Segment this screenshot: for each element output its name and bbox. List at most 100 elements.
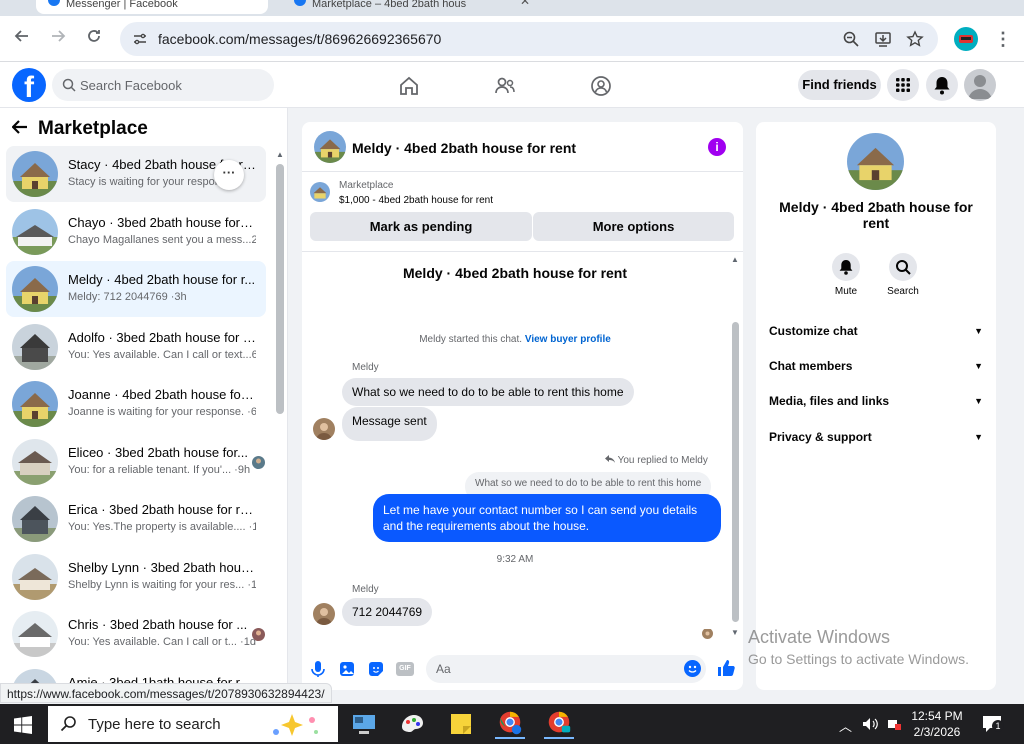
notifications-button[interactable] (926, 69, 958, 101)
conversation-avatar-large[interactable] (847, 133, 904, 190)
facebook-search-input[interactable]: Search Facebook (52, 69, 274, 101)
windows-start-icon[interactable] (14, 716, 32, 734)
chat-item[interactable]: Amie · 3bed 1bath house for r... (6, 664, 266, 684)
conversation-scrollbar[interactable] (732, 322, 739, 622)
mark-as-pending-button[interactable]: Mark as pending (310, 212, 532, 241)
mute-button[interactable] (832, 253, 860, 281)
find-friends-button[interactable]: Find friends (798, 70, 881, 100)
reply-arrow-icon (605, 455, 615, 463)
chrome-app-icon[interactable] (544, 709, 574, 739)
message-input[interactable]: Aa (426, 655, 706, 683)
chat-item[interactable]: Chayo · 3bed 2bath house for r... Chayo … (6, 204, 266, 260)
sticker-icon[interactable] (367, 660, 385, 678)
conversation-avatar[interactable] (314, 131, 346, 163)
chat-item[interactable]: Eliceo · 3bed 2bath house for... You: fo… (6, 434, 266, 490)
search-in-conversation-button[interactable] (889, 253, 917, 281)
chat-members-row[interactable]: Chat members ▼ (769, 359, 983, 377)
default-user-icon (968, 75, 992, 99)
incoming-message[interactable]: What so we need to do to be able to rent… (342, 378, 634, 406)
browser-menu-icon[interactable]: ⋮ (994, 28, 1012, 50)
site-settings-icon[interactable] (132, 31, 148, 47)
bookmark-star-icon[interactable] (906, 30, 924, 48)
chat-item[interactable]: Chris · 3bed 2bath house for ... You: Ye… (6, 606, 266, 662)
incoming-message[interactable]: Message sent (342, 407, 437, 441)
sender-label: Meldy (352, 362, 379, 373)
info-icon[interactable]: i (708, 138, 726, 156)
tab-close-icon[interactable]: ✕ (520, 0, 530, 8)
sender-label: Meldy (352, 584, 379, 595)
search-icon (896, 260, 911, 275)
sender-avatar[interactable] (313, 603, 335, 625)
more-options-button[interactable]: More options (533, 212, 734, 241)
forward-arrow-icon[interactable] (47, 28, 69, 50)
chat-snippet: You: for a reliable tenant. If you'... ·… (68, 464, 251, 476)
url-text[interactable]: facebook.com/messages/t/869626692365670 (158, 31, 441, 47)
chat-item[interactable]: Stacy · 4bed 2bath house for rent Stacy … (6, 146, 266, 202)
customize-chat-row[interactable]: Customize chat ▼ (769, 324, 983, 342)
listing-price-title[interactable]: $1,000 - 4bed 2bath house for rent (339, 195, 493, 206)
house-thumbnail (12, 611, 58, 657)
message-timestamp: 9:32 AM (496, 554, 534, 565)
listing-thumbnail[interactable] (310, 182, 330, 202)
task-view-app-icon[interactable] (349, 709, 379, 739)
install-app-icon[interactable] (874, 30, 892, 48)
show-hidden-icons-icon[interactable]: ︿ (839, 716, 852, 735)
reload-icon[interactable] (83, 28, 105, 50)
chevron-down-icon: ▼ (974, 326, 983, 336)
account-avatar[interactable] (964, 69, 996, 101)
media-files-links-row[interactable]: Media, files and links ▼ (769, 394, 983, 412)
chat-list-scrollbar[interactable] (276, 164, 284, 414)
chat-item[interactable]: Adolfo · 3bed 2bath house for r... You: … (6, 319, 266, 375)
outgoing-message[interactable]: Let me have your contact number so I can… (373, 494, 721, 542)
microphone-icon[interactable] (309, 660, 327, 678)
conversation-title[interactable]: Meldy · 4bed 2bath house for rent (352, 140, 576, 156)
sender-avatar[interactable] (313, 418, 335, 440)
taskbar-search-box[interactable]: Type here to search (48, 706, 338, 742)
browser-tab-marketplace[interactable]: Marketplace – 4bed 2bath hous (282, 0, 510, 14)
chat-item-active[interactable]: Meldy · 4bed 2bath house for r... Meldy:… (6, 261, 266, 317)
thumbs-up-icon[interactable] (716, 658, 736, 678)
scroll-down-arrow-icon[interactable]: ▼ (731, 628, 739, 637)
marketplace-label: Marketplace (339, 180, 394, 191)
sticky-notes-app-icon[interactable] (446, 709, 476, 739)
zoom-icon[interactable] (842, 30, 860, 48)
gif-icon[interactable]: GIF (396, 662, 414, 676)
address-bar[interactable]: facebook.com/messages/t/869626692365670 (120, 22, 938, 56)
scroll-up-arrow-icon[interactable]: ▲ (731, 255, 739, 264)
browser-tab-messenger[interactable]: Messenger | Facebook (36, 0, 268, 14)
more-options-button[interactable]: ··· (214, 160, 244, 190)
chat-snippet: Meldy: 712 2044769 ·3h (68, 291, 187, 303)
browser-profile-avatar[interactable] (954, 27, 978, 51)
action-center-button[interactable]: 1 (982, 715, 1004, 733)
chat-snippet: You: Yes available. Can I call or text..… (68, 349, 256, 361)
system-clock[interactable]: 12:54 PM 2/3/2026 (902, 708, 972, 740)
photo-icon[interactable] (338, 660, 356, 678)
network-icon[interactable] (886, 717, 902, 731)
emoji-icon[interactable] (684, 660, 701, 677)
chat-item[interactable]: Erica · 3bed 2bath house for rent You: Y… (6, 491, 266, 547)
home-icon[interactable] (397, 74, 421, 98)
groups-icon[interactable] (589, 74, 613, 98)
back-arrow-icon[interactable] (11, 28, 33, 50)
chat-item[interactable]: Shelby Lynn · 3bed 2bath house... Shelby… (6, 549, 266, 605)
friends-icon[interactable] (493, 74, 517, 98)
chrome-profile-k-icon[interactable] (495, 709, 525, 739)
marketplace-chat-list: Marketplace Stacy · 4bed 2bath house for… (0, 108, 288, 684)
menu-grid-button[interactable] (887, 69, 919, 101)
facebook-header: f Search Facebook Find friends (0, 62, 1024, 108)
taskbar-search-placeholder: Type here to search (88, 716, 221, 733)
facebook-logo-icon[interactable]: f (12, 68, 46, 102)
view-buyer-profile-link[interactable]: View buyer profile (525, 334, 611, 345)
incoming-message[interactable]: 712 2044769 (342, 598, 433, 626)
read-receipt-avatar (702, 628, 713, 639)
chat-name: Joanne · 4bed 2bath house for r... (68, 387, 256, 402)
chat-item[interactable]: Joanne · 4bed 2bath house for r... Joann… (6, 376, 266, 432)
scroll-up-arrow-icon[interactable]: ▲ (276, 150, 284, 159)
back-arrow-icon[interactable] (11, 118, 28, 139)
conversation-name: Meldy · 4bed 2bath house for rent (402, 265, 628, 281)
volume-icon[interactable] (862, 717, 878, 731)
bell-icon (839, 260, 853, 275)
facebook-favicon-icon (294, 0, 306, 6)
privacy-support-row[interactable]: Privacy & support ▼ (769, 430, 983, 448)
paint-app-icon[interactable] (397, 709, 427, 739)
